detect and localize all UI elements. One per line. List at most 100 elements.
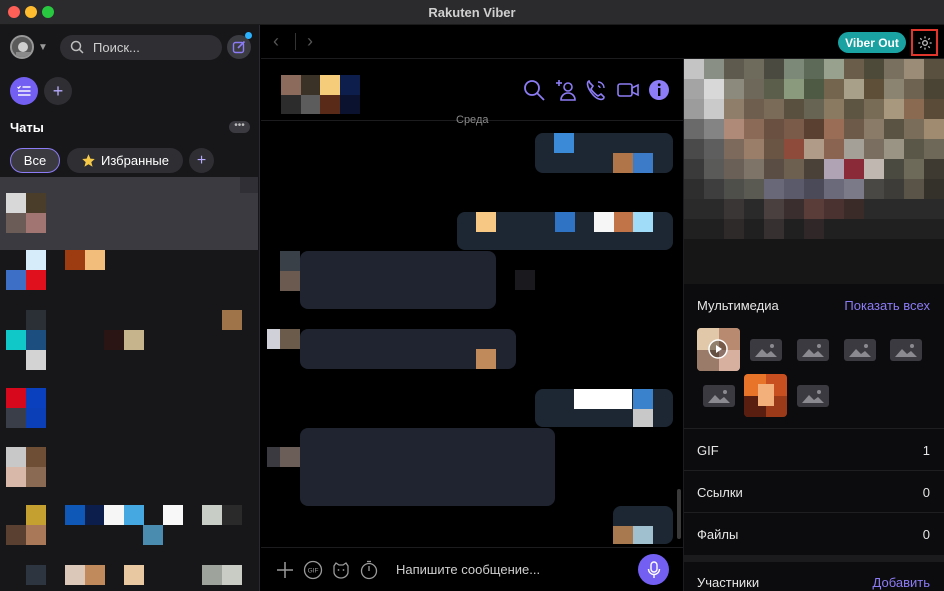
links-label: Ссылки: [697, 485, 743, 500]
message-bubble[interactable]: [613, 506, 673, 544]
search-box[interactable]: [60, 35, 222, 60]
sender-avatar: [267, 329, 280, 349]
add-participant-link[interactable]: Добавить: [873, 575, 930, 590]
sender-avatar: [267, 447, 280, 467]
files-label: Файлы: [697, 527, 739, 542]
message-bubble[interactable]: [457, 212, 673, 250]
settings-button[interactable]: [911, 29, 938, 56]
title-bar: Rakuten Viber: [0, 0, 944, 25]
media-placeholder[interactable]: [890, 339, 922, 361]
gif-row[interactable]: GIF 1: [684, 429, 944, 471]
participants-row: Участники Добавить: [684, 562, 944, 591]
message-bubble[interactable]: [300, 329, 516, 369]
chat-item[interactable]: [0, 565, 258, 591]
message-bubble[interactable]: [300, 251, 496, 309]
tab-all-label: Все: [23, 153, 47, 168]
image-icon: [802, 344, 824, 357]
message-input[interactable]: [396, 558, 626, 580]
message-bubble[interactable]: [535, 133, 673, 173]
files-row[interactable]: Файлы 0: [684, 513, 944, 555]
window-title: Rakuten Viber: [428, 5, 516, 20]
search-input[interactable]: [93, 35, 213, 60]
media-title: Мультимедиа: [697, 298, 779, 313]
media-placeholder[interactable]: [750, 339, 782, 361]
tab-favorites[interactable]: Избранные: [67, 148, 183, 173]
chat-avatar: [6, 193, 26, 213]
gif-count: 1: [922, 443, 930, 458]
add-folder-button[interactable]: +: [44, 77, 72, 105]
top-bar: ‹ › Viber Out: [261, 25, 944, 59]
media-thumbnail-video[interactable]: [697, 328, 740, 371]
list-check-icon: [17, 85, 31, 96]
chat-item[interactable]: [0, 250, 258, 315]
notification-dot: [245, 32, 252, 39]
info-icon[interactable]: [647, 78, 671, 102]
chat-item-selected[interactable]: [0, 177, 258, 250]
viber-out-button[interactable]: Viber Out: [838, 32, 906, 53]
media-placeholder[interactable]: [703, 385, 735, 407]
gif-icon[interactable]: GIF: [303, 560, 323, 580]
compose-icon: [232, 40, 246, 54]
show-all-media-link[interactable]: Показать всех: [844, 298, 930, 313]
date-separator: Среда: [456, 114, 489, 126]
tab-all[interactable]: Все: [10, 148, 60, 173]
video-call-icon[interactable]: [616, 78, 640, 102]
chat-item[interactable]: [0, 388, 258, 453]
call-icon[interactable]: [584, 78, 608, 102]
viber-out-label: Viber Out: [845, 35, 899, 50]
star-icon: [82, 154, 95, 167]
media-thumbnail-image[interactable]: [744, 374, 787, 417]
sidebar: ▼ + Чаты ••• Все Избранные +: [0, 25, 260, 591]
message-bubble[interactable]: [300, 428, 555, 506]
add-participant-icon[interactable]: [554, 78, 578, 102]
image-icon: [708, 390, 730, 403]
message-composer: GIF: [261, 547, 684, 591]
chat-filter-button[interactable]: [10, 77, 38, 105]
search-icon: [70, 40, 84, 54]
mic-icon: [647, 560, 660, 578]
play-icon: [708, 339, 728, 359]
section-divider: [684, 555, 944, 562]
links-row[interactable]: Ссылки 0: [684, 471, 944, 513]
gif-label: GIF: [697, 443, 719, 458]
timer-icon[interactable]: [359, 560, 379, 580]
chevron-down-icon[interactable]: ▼: [38, 42, 48, 53]
svg-text:GIF: GIF: [308, 568, 319, 575]
conversation-pane: Среда GIF: [261, 59, 684, 591]
chat-item[interactable]: [0, 505, 258, 570]
media-placeholder[interactable]: [797, 339, 829, 361]
chat-item[interactable]: [0, 447, 258, 512]
conversation-header: [261, 59, 684, 121]
message-scrollbar[interactable]: [677, 489, 681, 539]
nav-divider: [295, 33, 296, 50]
sender-avatar: [280, 251, 300, 271]
chat-item[interactable]: [0, 310, 258, 375]
back-button[interactable]: ‹: [273, 31, 279, 52]
forward-button[interactable]: ›: [307, 31, 313, 52]
group-cover-image: [684, 59, 944, 284]
message-bubble[interactable]: [535, 389, 673, 427]
media-section: Мультимедиа Показать всех: [684, 284, 944, 429]
more-options-button[interactable]: •••: [229, 121, 250, 133]
voice-message-button[interactable]: [638, 554, 669, 585]
image-icon: [895, 344, 917, 357]
chat-list: [0, 175, 259, 591]
media-placeholder[interactable]: [844, 339, 876, 361]
conversation-avatar[interactable]: [281, 75, 301, 95]
info-panel: Мультимедиа Показать всех GIF 1 Ссылки 0…: [684, 59, 944, 591]
media-placeholder[interactable]: [797, 385, 829, 407]
participants-label: Участники: [697, 575, 760, 590]
image-icon: [849, 344, 871, 357]
links-count: 0: [922, 485, 930, 500]
avatar-image: [12, 37, 32, 57]
chats-title: Чаты: [10, 120, 44, 135]
files-count: 0: [922, 527, 930, 542]
tab-favorites-label: Избранные: [101, 153, 169, 168]
sticker-icon[interactable]: [331, 560, 351, 580]
avatar[interactable]: [10, 35, 34, 59]
image-icon: [802, 390, 824, 403]
gear-icon: [917, 35, 932, 50]
search-icon[interactable]: [522, 78, 546, 102]
add-tab-button[interactable]: +: [189, 148, 214, 173]
plus-icon[interactable]: [275, 560, 295, 580]
